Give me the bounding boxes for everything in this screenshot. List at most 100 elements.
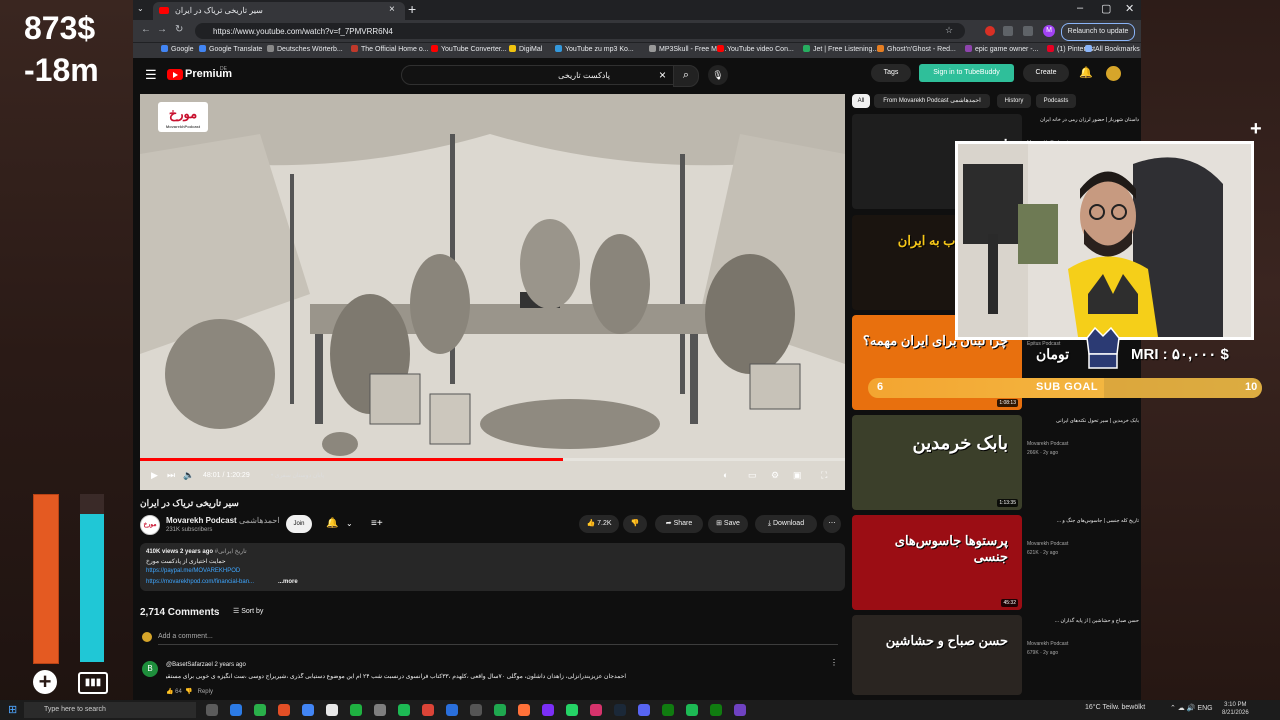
close-tab-icon[interactable]: × [389,4,395,15]
clear-search-icon[interactable]: × [659,68,666,82]
menu-icon[interactable]: ☰ [145,67,157,83]
more-link[interactable]: ...more [278,579,298,585]
system-tray[interactable]: ⌃ ☁ 🔊 ENG [1170,704,1213,712]
bookmark-item[interactable]: MP3Skull - Free MP... [649,45,727,53]
download-button[interactable]: ⤓ Download [755,515,817,533]
weather-widget[interactable]: 16°C Teilw. bewölkt [1085,704,1145,711]
bookmark-star-icon[interactable]: ☆ [945,25,953,36]
bookmark-item[interactable]: YouTube video Con... [717,45,794,53]
taskbar-app-icon[interactable] [326,704,338,716]
bookmark-item[interactable]: Google Translate [199,45,262,53]
recommendation-thumbnail[interactable]: بابک خرمدین 1:13:35 [852,415,1022,510]
channel-name[interactable]: Movarekh Podcast احمدهاشمی [166,516,280,525]
bookmark-item[interactable]: DigiMal [509,45,542,53]
sidebar-icon[interactable] [1023,26,1033,36]
tubebuddy-signin-button[interactable]: Sign in to TubeBuddy [919,64,1014,82]
profile-avatar[interactable]: M [1043,25,1055,37]
fullscreen-icon[interactable]: ⛶ [821,470,827,481]
dislike-button[interactable]: 👎 [623,515,647,533]
chip-from-channel[interactable]: From Movarekh Podcast احمدهاشمی [874,94,990,108]
settings-gear-icon[interactable]: ⚙ [771,470,779,481]
back-button[interactable]: ← [141,24,151,35]
taskbar-app-icon[interactable] [302,704,314,716]
taskbar-app-icon[interactable] [494,704,506,716]
all-bookmarks[interactable]: All Bookmarks [1085,45,1140,53]
create-button[interactable]: Create [1023,64,1069,82]
like-button[interactable]: 👍 7.2K [579,515,619,533]
taskbar-app-icon[interactable] [446,704,458,716]
chip-history[interactable]: History [997,94,1031,108]
search-button[interactable]: ⌕ [673,65,699,87]
recommendation-thumbnail[interactable]: حسن صباح و حشاشین [852,615,1022,695]
windows-start-icon[interactable]: ⊞ [8,703,17,716]
taskbar-app-icon[interactable] [638,704,650,716]
reload-button[interactable]: ↻ [175,24,183,35]
taskbar-app-icon[interactable] [614,704,626,716]
tags-button[interactable]: Tags [871,64,911,82]
taskbar-app-icon[interactable] [710,704,722,716]
maximize-button[interactable]: ▢ [1101,2,1111,15]
taskbar-app-icon[interactable] [278,704,290,716]
taskbar-clock[interactable]: 3:10 PM 8/21/2026 [1222,701,1249,717]
taskbar-app-icon[interactable] [398,704,410,716]
add-to-queue-icon[interactable]: ≡+ [371,518,383,529]
bookmark-item[interactable]: Google [161,45,194,53]
recommendation-title[interactable]: تاریخ کله جنسی | جاسوس‌های جنگ و ... [1027,518,1139,524]
taskbar-app-icon[interactable] [230,704,242,716]
youtube-logo-icon[interactable] [167,69,183,80]
taskbar-app-icon[interactable] [590,704,602,716]
close-window-button[interactable]: ✕ [1125,2,1134,15]
bookmark-item[interactable]: YouTube zu mp3 Ko... [555,45,634,53]
account-avatar[interactable] [1106,66,1121,81]
chip-podcasts[interactable]: Podcasts [1036,94,1076,108]
recommendation-thumbnail[interactable]: پرستوها جاسوس‌های جنسی 45:32 [852,515,1022,610]
bookmark-item[interactable]: The Official Home o... [351,45,429,53]
miniplayer-icon[interactable]: ▣ [793,470,802,481]
bookmark-item[interactable]: YouTube Converter... [431,45,507,53]
play-icon[interactable]: ▶ [151,470,158,481]
financial-link[interactable]: https://movarekhpod.com/financial-ban... [146,579,254,585]
taskbar-app-icon[interactable] [566,704,578,716]
taskbar-app-icon[interactable] [206,704,218,716]
subtitles-icon[interactable]: ▭ [748,470,757,481]
taskbar-search-input[interactable]: Type here to search [24,702,196,718]
join-button[interactable]: Join [286,515,312,533]
comment-author[interactable]: @BasetSafarzael 2 years ago [166,662,246,668]
bookmark-item[interactable]: Deutsches Wörterb... [267,45,343,53]
taskbar-app-icon[interactable] [662,704,674,716]
search-input[interactable]: پادکست تاریخی × [401,65,675,85]
comment-actions[interactable]: 👍 64 👎 Reply [166,688,213,695]
forward-button[interactable]: → [157,24,167,35]
microphone-icon[interactable]: 🎙 [708,65,728,85]
more-actions-icon[interactable]: ⋯ [823,515,841,533]
chip-all[interactable]: All [852,94,870,108]
new-tab-button[interactable]: + [408,1,416,17]
notifications-bell-icon[interactable]: 🔔 [1079,66,1093,79]
taskbar-app-icon[interactable] [542,704,554,716]
recommendation-title[interactable]: حسن صباح و حشاشین | از پایه گذاران ... [1027,618,1139,624]
recommendation-title[interactable]: داستان شهرباز | حضور لرزان رمی در خانه ا… [1027,117,1139,123]
volume-icon[interactable]: 🔈 [183,470,194,481]
comment-menu-icon[interactable]: ⋮ [830,658,838,667]
taskbar-app-icon[interactable] [734,704,746,716]
browser-tab-active[interactable]: سیر تاریخی تریاک در ایران × [153,2,405,20]
bookmark-item[interactable]: Jet | Free Listening... [803,45,878,53]
relaunch-button[interactable]: Relaunch to update [1061,23,1135,41]
bookmark-item[interactable]: Ghost'n'Ghost - Red... [877,45,956,53]
paypal-link[interactable]: https://paypal.me/MOVAREKHPOD [146,568,240,574]
taskbar-app-icon[interactable] [254,704,266,716]
sort-by-button[interactable]: ☰ Sort by [233,607,263,615]
bookmark-item[interactable]: epic game owner -... [965,45,1038,53]
recommendation-channel[interactable]: Movarekh Podcast [1027,641,1068,647]
minimize-button[interactable]: – [1077,2,1083,14]
comment-avatar[interactable]: B [142,661,158,677]
chevron-down-icon[interactable]: ⌄ [346,519,353,528]
recommendation-title[interactable]: بابک خرمدین | سیر تحول نکته‌های ایرانی [1027,418,1139,424]
extension-icon[interactable] [985,26,995,36]
extensions-puzzle-icon[interactable] [1003,26,1013,36]
video-chapter[interactable]: • پایان دوستان سفری [271,472,324,479]
autoplay-toggle[interactable]: ◐ [723,470,728,480]
taskbar-app-icon[interactable] [686,704,698,716]
taskbar-app-icon[interactable] [350,704,362,716]
taskbar-app-icon[interactable] [422,704,434,716]
